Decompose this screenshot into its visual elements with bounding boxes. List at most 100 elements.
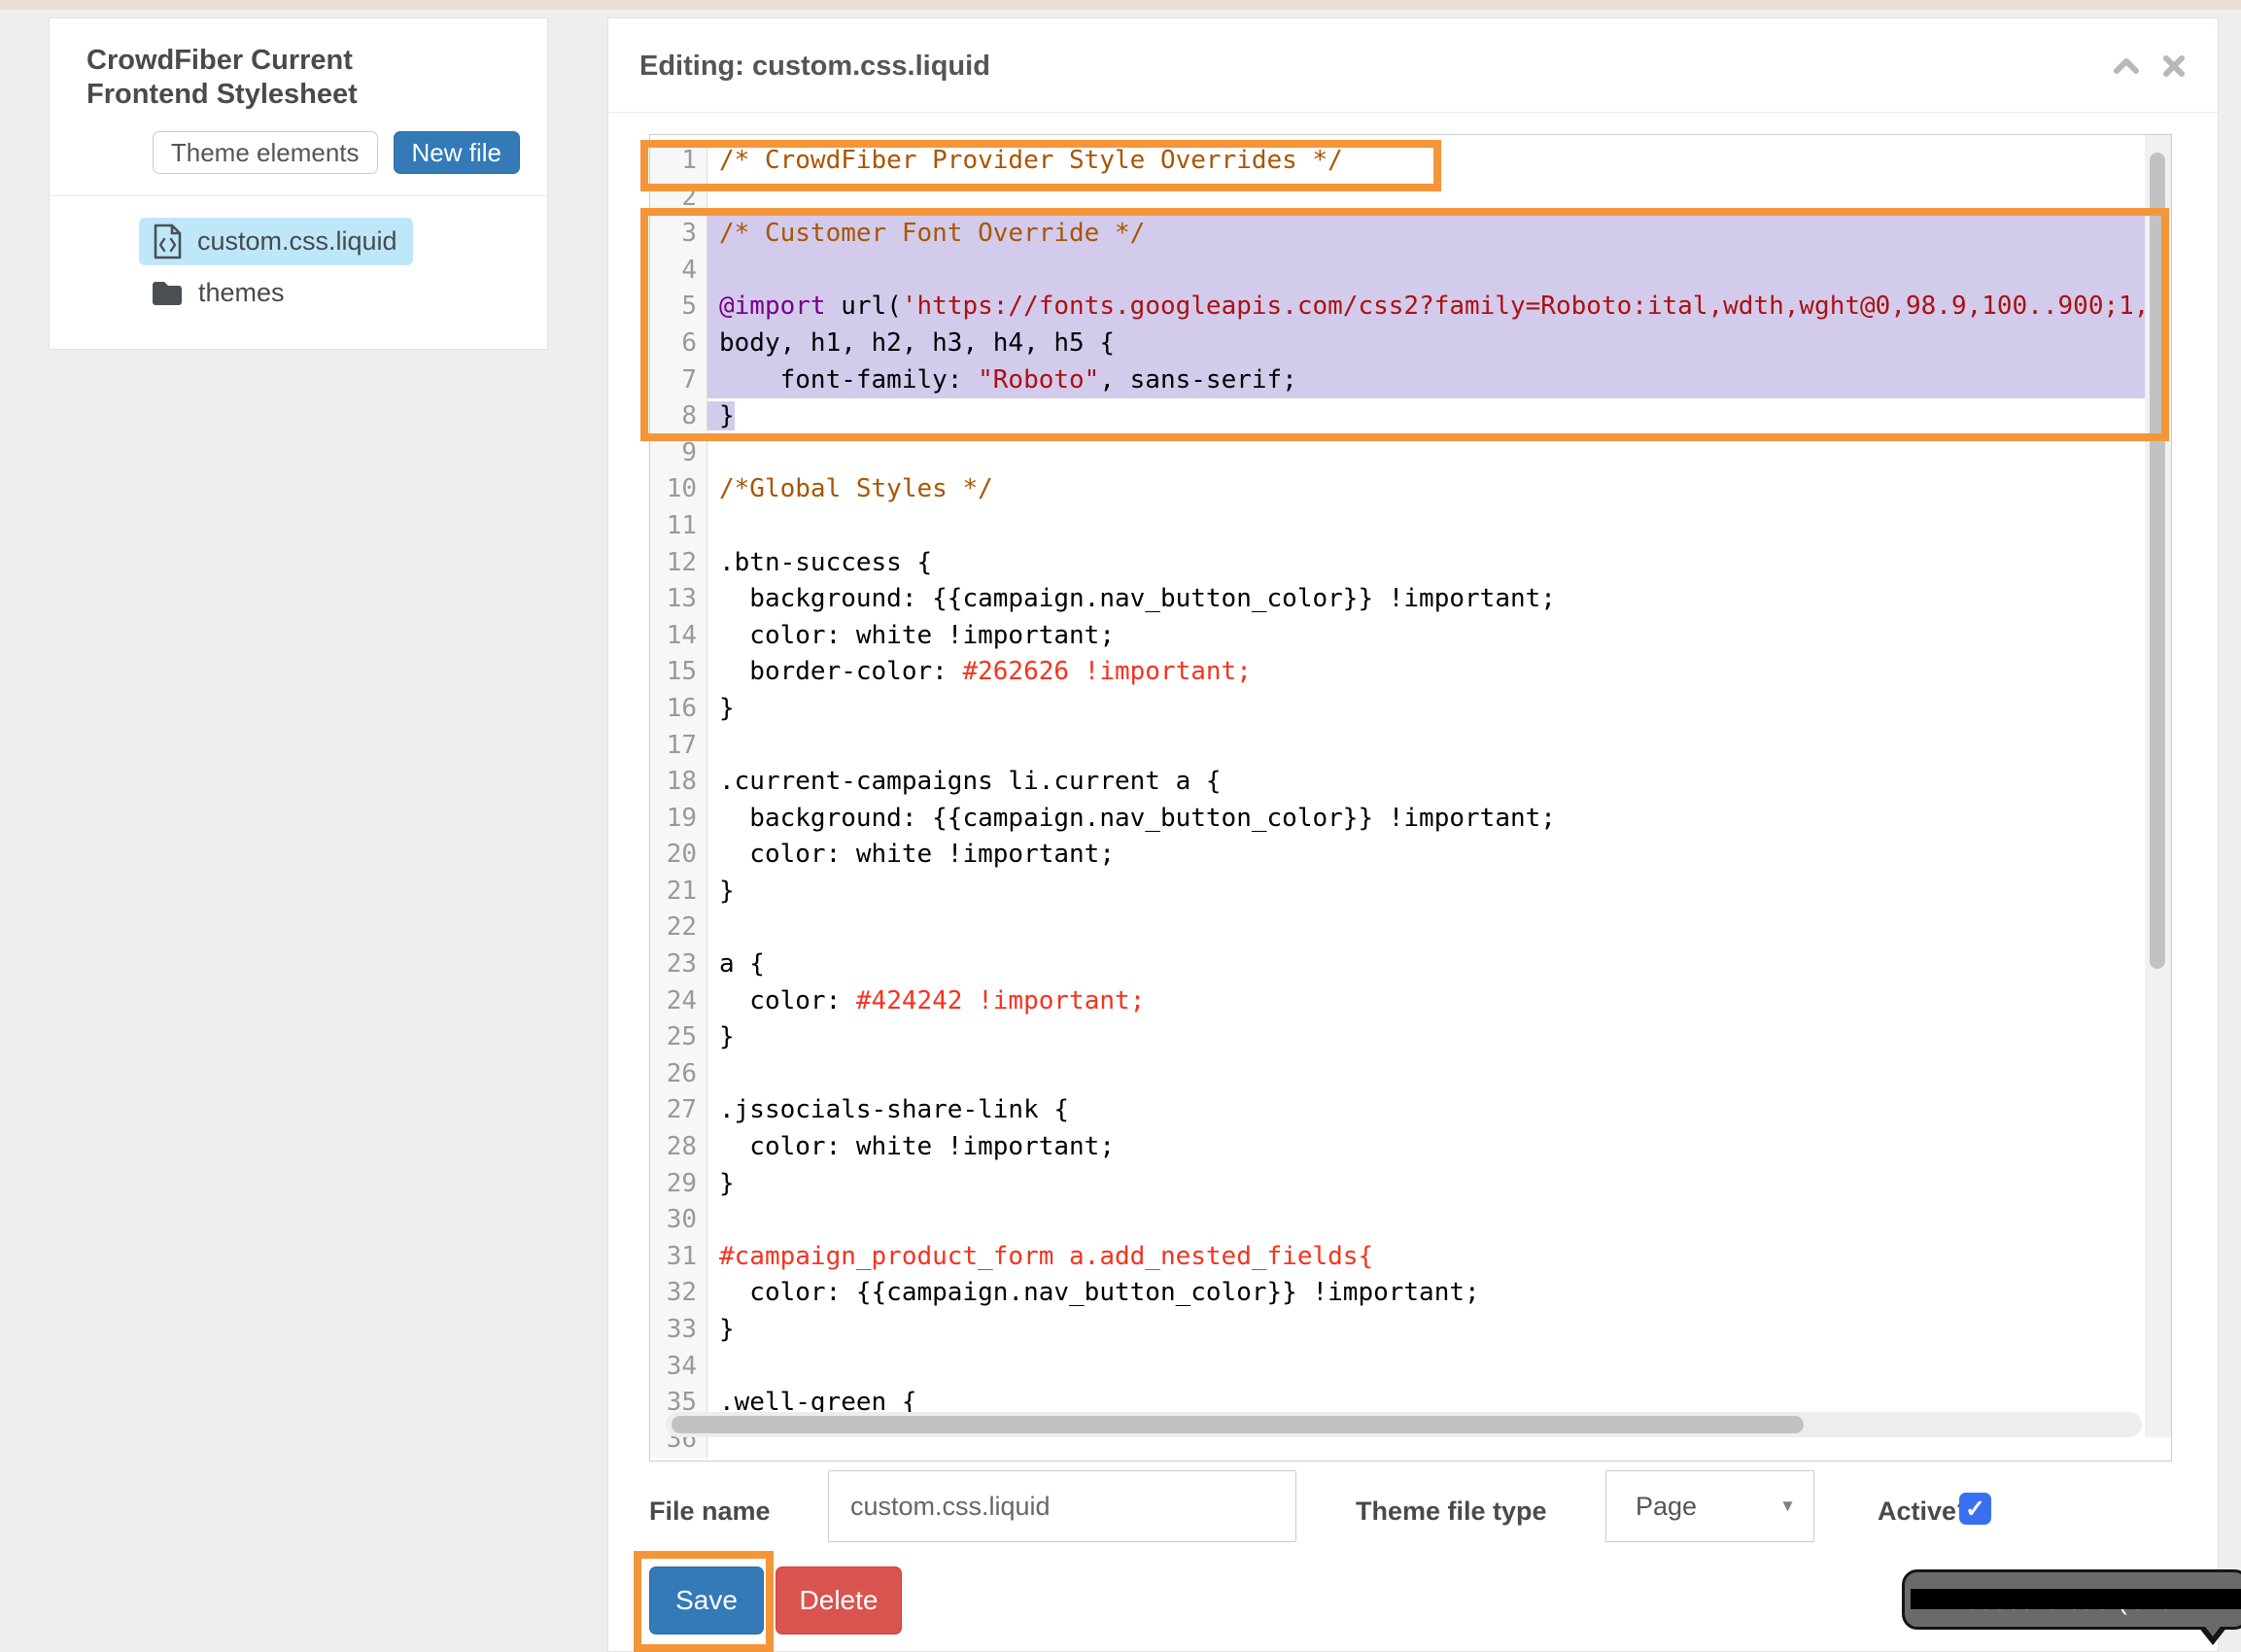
theme-file-type-value: Page xyxy=(1636,1492,1697,1522)
code-line-11[interactable]: 11 xyxy=(650,508,2171,545)
code-text: border-color: #262626 !important; xyxy=(707,654,2171,691)
close-icon[interactable] xyxy=(2161,53,2189,79)
line-number: 13 xyxy=(650,581,707,618)
new-file-button[interactable]: New file xyxy=(394,131,520,175)
delete-button[interactable]: Delete xyxy=(776,1566,902,1635)
code-line-6[interactable]: 6body, h1, h2, h3, h4, h5 { xyxy=(650,326,2171,362)
code-text: color: white !important; xyxy=(707,837,2171,874)
folder-item-themes[interactable]: themes xyxy=(151,278,547,308)
code-line-4[interactable]: 4 xyxy=(650,253,2171,290)
horizontal-scrollbar-track[interactable] xyxy=(666,1412,2142,1437)
code-line-12[interactable]: 12.btn-success { xyxy=(650,545,2171,582)
code-line-22[interactable]: 22 xyxy=(650,910,2171,946)
line-number: 21 xyxy=(650,874,707,911)
code-line-24[interactable]: 24 color: #424242 !important; xyxy=(650,983,2171,1020)
editing-panel-title: Editing: custom.css.liquid xyxy=(639,51,990,83)
code-text: .current-campaigns li.current a { xyxy=(707,764,2171,801)
code-line-17[interactable]: 17 xyxy=(650,728,2171,765)
redacted-tooltip: * 110southbroad (Chann xyxy=(1902,1569,2241,1630)
code-text: /* CrowdFiber Provider Style Overrides *… xyxy=(707,143,2171,180)
code-line-21[interactable]: 21} xyxy=(650,874,2171,911)
code-line-15[interactable]: 15 border-color: #262626 !important; xyxy=(650,654,2171,691)
line-number: 15 xyxy=(650,654,707,691)
code-text: } xyxy=(707,1166,2171,1203)
code-line-30[interactable]: 30 xyxy=(650,1202,2171,1239)
code-text: } xyxy=(707,874,2171,911)
line-number: 3 xyxy=(650,216,707,253)
line-number: 26 xyxy=(650,1056,707,1093)
line-number: 8 xyxy=(650,398,707,435)
redaction-bar xyxy=(1911,1589,2241,1609)
code-text: a { xyxy=(707,946,2171,983)
theme-file-type-select[interactable]: Page ▼ xyxy=(1605,1470,1814,1542)
line-number: 24 xyxy=(650,983,707,1020)
code-line-13[interactable]: 13 background: {{campaign.nav_button_col… xyxy=(650,581,2171,618)
code-line-2[interactable]: 2 xyxy=(650,180,2171,217)
code-line-25[interactable]: 25} xyxy=(650,1019,2171,1056)
code-line-3[interactable]: 3/* Customer Font Override */ xyxy=(650,216,2171,253)
code-text: } xyxy=(707,1019,2171,1056)
code-line-28[interactable]: 28 color: white !important; xyxy=(650,1129,2171,1166)
line-number: 14 xyxy=(650,618,707,655)
code-line-8[interactable]: 8} xyxy=(650,398,2171,435)
line-number: 25 xyxy=(650,1019,707,1056)
code-line-16[interactable]: 16} xyxy=(650,691,2171,728)
code-text: #campaign_product_form a.add_nested_fiel… xyxy=(707,1239,2171,1276)
horizontal-scrollbar-thumb[interactable] xyxy=(672,1416,1804,1433)
css-code-editor[interactable]: 1/* CrowdFiber Provider Style Overrides … xyxy=(649,134,2172,1462)
code-text: @import url('https://fonts.googleapis.co… xyxy=(707,289,2171,326)
code-text: .btn-success { xyxy=(707,545,2171,582)
code-line-5[interactable]: 5@import url('https://fonts.googleapis.c… xyxy=(650,289,2171,326)
vertical-scrollbar-track[interactable] xyxy=(2145,135,2171,1437)
active-checkbox[interactable]: ✓ xyxy=(1959,1493,1991,1525)
code-text: color: {{campaign.nav_button_color}} !im… xyxy=(707,1275,2171,1312)
code-line-10[interactable]: 10/*Global Styles */ xyxy=(650,471,2171,508)
code-line-9[interactable]: 9 xyxy=(650,435,2171,472)
line-number: 18 xyxy=(650,764,707,801)
line-number: 34 xyxy=(650,1349,707,1386)
code-line-1[interactable]: 1/* CrowdFiber Provider Style Overrides … xyxy=(650,143,2171,180)
code-line-29[interactable]: 29} xyxy=(650,1166,2171,1203)
tooltip-tail-inner xyxy=(2199,1619,2226,1636)
theme-elements-button[interactable]: Theme elements xyxy=(153,131,378,175)
line-number: 11 xyxy=(650,508,707,545)
code-line-32[interactable]: 32 color: {{campaign.nav_button_color}} … xyxy=(650,1275,2171,1312)
theme-file-type-label: Theme file type xyxy=(1356,1497,1547,1527)
file-item-custom-css-liquid[interactable]: custom.css.liquid xyxy=(139,218,413,265)
code-line-19[interactable]: 19 background: {{campaign.nav_button_col… xyxy=(650,801,2171,838)
line-number: 17 xyxy=(650,728,707,765)
code-line-31[interactable]: 31#campaign_product_form a.add_nested_fi… xyxy=(650,1239,2171,1276)
code-line-33[interactable]: 33} xyxy=(650,1312,2171,1349)
code-text: .jssocials-share-link { xyxy=(707,1092,2171,1129)
code-line-27[interactable]: 27.jssocials-share-link { xyxy=(650,1092,2171,1129)
code-line-18[interactable]: 18.current-campaigns li.current a { xyxy=(650,764,2171,801)
file-name-input[interactable] xyxy=(828,1470,1296,1542)
code-line-7[interactable]: 7 font-family: "Roboto", sans-serif; xyxy=(650,362,2171,399)
editing-panel-header: Editing: custom.css.liquid xyxy=(608,18,2218,113)
code-line-26[interactable]: 26 xyxy=(650,1056,2171,1093)
save-button[interactable]: Save xyxy=(649,1566,764,1635)
code-line-34[interactable]: 34 xyxy=(650,1349,2171,1386)
line-number: 23 xyxy=(650,946,707,983)
line-number: 30 xyxy=(650,1202,707,1239)
code-line-20[interactable]: 20 color: white !important; xyxy=(650,837,2171,874)
code-text: body, h1, h2, h3, h4, h5 { xyxy=(707,326,2171,362)
line-number: 29 xyxy=(650,1166,707,1203)
line-number: 20 xyxy=(650,837,707,874)
code-line-23[interactable]: 23a { xyxy=(650,946,2171,983)
code-text xyxy=(707,435,2171,472)
stylesheet-sidebar-card: CrowdFiber Current Frontend Stylesheet T… xyxy=(49,17,548,350)
active-label: Active? xyxy=(1878,1497,1973,1527)
vertical-scrollbar-thumb[interactable] xyxy=(2150,153,2165,969)
line-number: 28 xyxy=(650,1129,707,1166)
code-text xyxy=(707,1349,2171,1386)
code-text: background: {{campaign.nav_button_color}… xyxy=(707,801,2171,838)
folder-item-label: themes xyxy=(198,278,285,308)
collapse-chevron-up-icon[interactable] xyxy=(2113,53,2140,79)
code-text: } xyxy=(707,1312,2171,1349)
line-number: 12 xyxy=(650,545,707,582)
line-number: 5 xyxy=(650,289,707,326)
code-line-14[interactable]: 14 color: white !important; xyxy=(650,618,2171,655)
line-number: 1 xyxy=(650,143,707,180)
line-number: 32 xyxy=(650,1275,707,1312)
